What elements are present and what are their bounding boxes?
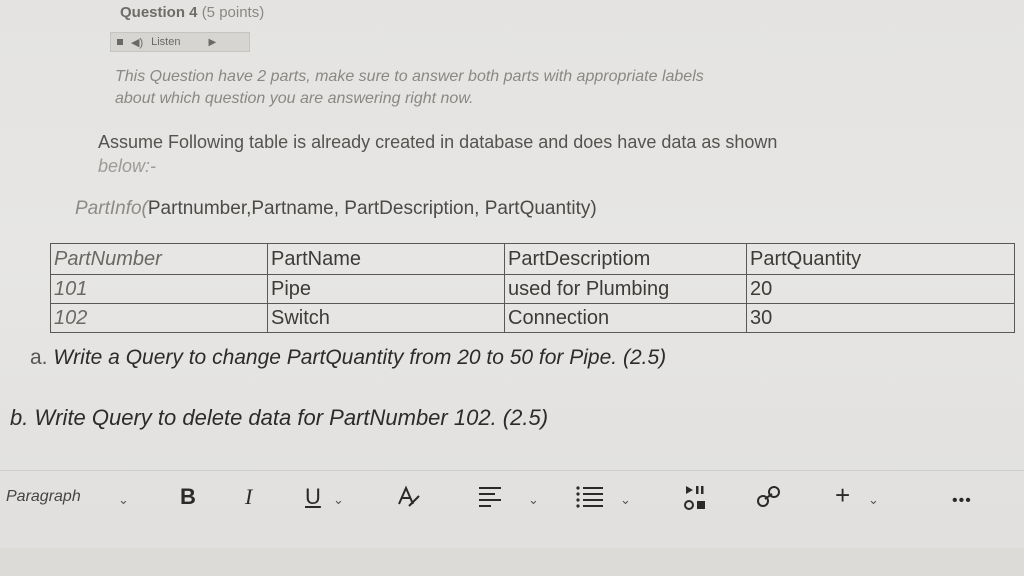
assumption-line: Assume Following table is already create… [98, 132, 778, 152]
table-row: 102 Switch Connection 30 [50, 303, 1015, 333]
question-points: (5 points) [201, 4, 265, 21]
chevron-down-icon[interactable]: ⌄ [118, 492, 129, 508]
text-color-icon [398, 485, 420, 507]
underline-button[interactable]: U [305, 484, 321, 510]
table-header-cell: PartName [267, 243, 505, 275]
text-format-icon[interactable] [395, 484, 421, 516]
table-cell: used for Plumbing [504, 274, 747, 304]
assumption-line: below:- [98, 156, 157, 176]
stop-icon[interactable] [117, 39, 123, 45]
table-cell: Connection [504, 303, 747, 333]
table-header-cell: PartDescriptiom [504, 243, 747, 275]
question-header: Question 4 (5 points) [120, 4, 264, 21]
media-icon[interactable] [683, 484, 709, 520]
table-schema: PartInfo(Partnumber,Partname, PartDescri… [75, 198, 597, 220]
table-cell: 30 [746, 303, 1015, 333]
table-cell: Pipe [267, 274, 505, 304]
table-cell: 101 [50, 274, 268, 304]
insert-button[interactable]: + [835, 480, 850, 511]
chevron-down-icon[interactable]: ⌄ [868, 492, 879, 508]
italic-button[interactable]: I [245, 484, 252, 510]
schema-prefix: PartInfo( [75, 198, 148, 219]
instruction-line: about which question you are answering r… [115, 90, 474, 107]
paragraph-label[interactable]: Paragraph [6, 488, 81, 505]
table-header-cell: PartNumber [50, 243, 268, 275]
table-cell: 102 [50, 303, 268, 333]
paragraph-style-select[interactable]: Paragraph [6, 488, 81, 506]
table-header-cell: PartQuantity [746, 243, 1015, 275]
listen-label[interactable]: Listen [151, 36, 180, 48]
play-icon[interactable]: ▶ [208, 37, 216, 48]
list-icon[interactable] [575, 484, 605, 514]
partinfo-table: PartNumber PartName PartDescriptiom Part… [50, 243, 1015, 333]
chevron-down-icon[interactable]: ⌄ [620, 492, 631, 508]
question-title: Question 4 [120, 4, 198, 21]
table-cell: Switch [267, 303, 505, 333]
bold-button[interactable]: B [180, 484, 196, 510]
link-icon[interactable] [755, 484, 783, 516]
part-a-text: Write a Query to change PartQuantity fro… [53, 346, 667, 369]
align-icon[interactable] [478, 484, 504, 514]
part-b-question: b. Write Query to delete data for PartNu… [10, 405, 549, 430]
editor-body[interactable] [0, 548, 1024, 576]
table-header-row: PartNumber PartName PartDescriptiom Part… [50, 243, 1015, 275]
table-cell: 20 [746, 274, 1015, 304]
instruction-text: This Question have 2 parts, make sure to… [115, 66, 945, 110]
table-row: 101 Pipe used for Plumbing 20 [50, 274, 1015, 304]
chevron-down-icon[interactable]: ⌄ [333, 492, 344, 508]
part-a-label: a. [30, 346, 48, 369]
more-options-button[interactable]: ••• [952, 492, 972, 510]
listen-player[interactable]: ◀) Listen ▶ [110, 32, 250, 52]
speaker-icon: ◀) [131, 36, 144, 49]
schema-columns: Partnumber,Partname, PartDescription, Pa… [147, 198, 597, 219]
chevron-down-icon[interactable]: ⌄ [528, 492, 539, 508]
assumption-text: Assume Following table is already create… [98, 130, 968, 178]
part-a-question: a. Write a Query to change PartQuantity … [30, 346, 666, 370]
instruction-line: This Question have 2 parts, make sure to… [115, 68, 704, 85]
